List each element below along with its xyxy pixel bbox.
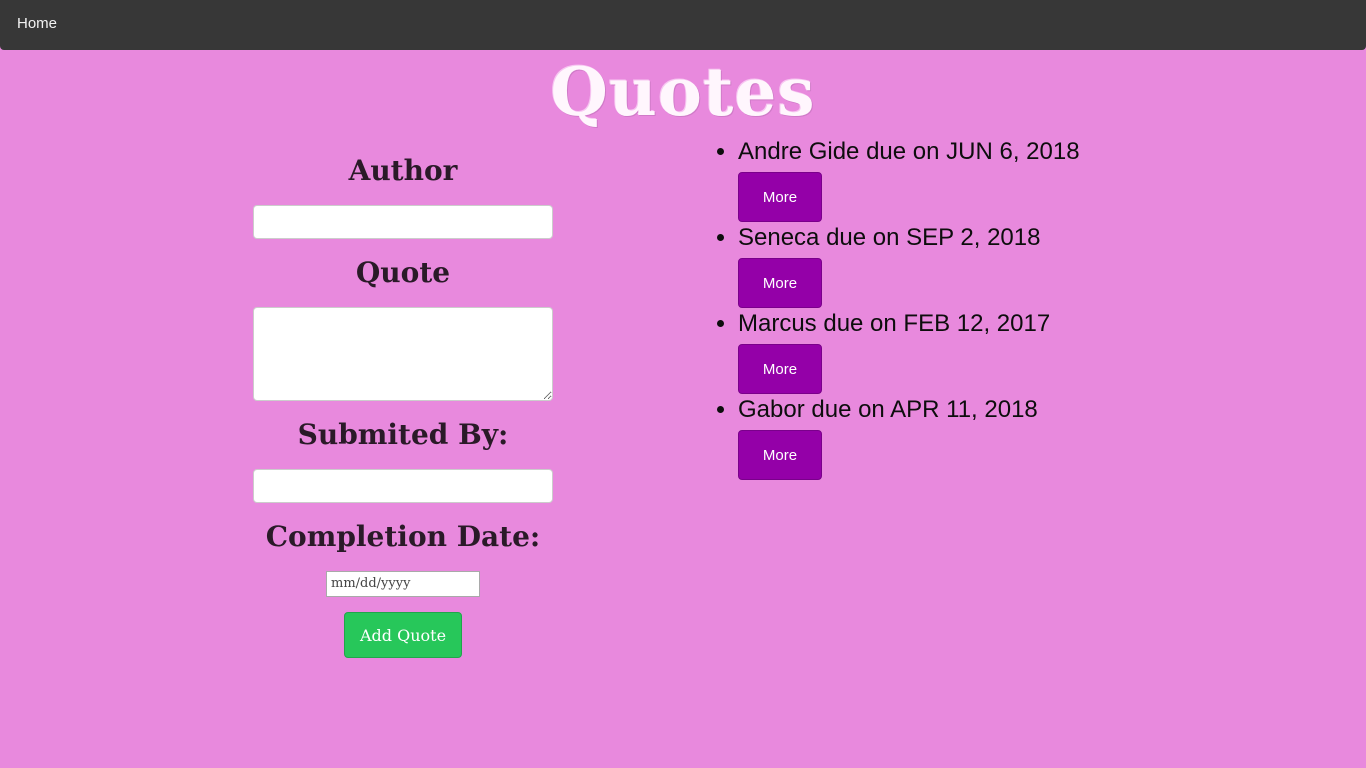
quote-item-text: Marcus due on FEB 12, 2017 <box>738 310 1051 337</box>
quote-textarea[interactable] <box>253 307 553 401</box>
quote-item-text: Seneca due on SEP 2, 2018 <box>738 224 1041 251</box>
navbar: Home <box>0 0 1366 50</box>
completion-date-label: Completion Date: <box>265 520 541 553</box>
completion-date-input[interactable]: mm/dd/yyyy <box>326 571 480 597</box>
more-button[interactable]: More <box>738 172 822 222</box>
page-title: Quotes <box>550 53 816 131</box>
list-item: Andre Gide due on JUN 6, 2018 More <box>738 138 1338 224</box>
quote-list: Andre Gide due on JUN 6, 2018 More Senec… <box>718 138 1338 482</box>
list-item: Marcus due on FEB 12, 2017 More <box>738 310 1338 396</box>
more-button[interactable]: More <box>738 430 822 480</box>
list-item: Gabor due on APR 11, 2018 More <box>738 396 1338 482</box>
submitted-by-input[interactable] <box>253 469 553 503</box>
quote-item-text: Andre Gide due on JUN 6, 2018 <box>738 138 1080 165</box>
quote-label: Quote <box>355 256 451 289</box>
more-button[interactable]: More <box>738 258 822 308</box>
list-item: Seneca due on SEP 2, 2018 More <box>738 224 1338 310</box>
add-quote-button[interactable]: Add Quote <box>344 612 462 658</box>
home-link[interactable]: Home <box>17 15 57 32</box>
more-button[interactable]: More <box>738 344 822 394</box>
author-input[interactable] <box>253 205 553 239</box>
author-label: Author <box>348 154 458 187</box>
quote-item-text: Gabor due on APR 11, 2018 <box>738 396 1038 423</box>
submitted-by-label: Submited By: <box>297 418 509 451</box>
